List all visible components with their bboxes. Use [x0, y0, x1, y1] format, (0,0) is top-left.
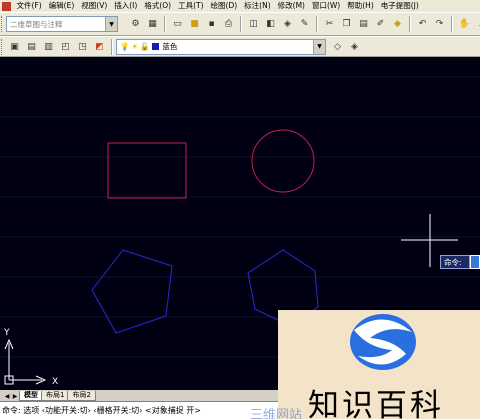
toolbar-separator	[451, 16, 453, 32]
workspace-combo-value: 二维草图与注释	[10, 19, 63, 29]
toolbar-separator	[409, 16, 411, 32]
toolbar-grip[interactable]	[1, 38, 4, 55]
undo-icon[interactable]: ↶	[415, 17, 430, 32]
tab-model[interactable]: 模型	[19, 391, 43, 401]
watermark-text: 知识百科	[308, 388, 444, 419]
menu-insert[interactable]: 插入(I)	[111, 0, 141, 12]
tab-nav-prev-icon[interactable]: ◀	[3, 392, 11, 401]
3d-dwf-icon[interactable]: ◈	[280, 17, 295, 32]
gear-icon[interactable]: ⚙	[128, 17, 143, 32]
new-file-icon[interactable]: ▭	[170, 17, 185, 32]
toolbar-separator	[316, 16, 318, 32]
paste-icon[interactable]: ▤	[356, 17, 371, 32]
tab-layout1[interactable]: 布局1	[41, 391, 70, 401]
layer-walk-icon[interactable]: ◩	[92, 39, 107, 54]
ucs-x-label: X	[52, 377, 58, 387]
menu-bar: 文件(F) 编辑(E) 视图(V) 插入(I) 格式(O) 工具(T) 绘图(D…	[0, 0, 480, 12]
ucs-y-label: Y	[3, 328, 10, 338]
command-tooltip-label: 命令:	[444, 257, 462, 267]
workspace-settings-icon[interactable]: ▦	[145, 17, 160, 32]
lock-icon: 🔓	[140, 42, 150, 51]
layer-previous-icon[interactable]: ▥	[41, 39, 56, 54]
layer-color-swatch	[152, 43, 160, 50]
logo-icon	[350, 314, 416, 370]
menu-express[interactable]: 电子提图(J)	[377, 0, 422, 12]
open-folder-icon[interactable]: ■	[187, 17, 202, 32]
menu-file[interactable]: 文件(F)	[13, 0, 45, 12]
layer-previous-state-icon[interactable]: ◈	[347, 39, 362, 54]
toolbar-grip[interactable]	[1, 16, 4, 32]
workspace-combo[interactable]: 二维草图与注释 ▼	[6, 16, 118, 32]
zoom-realtime-icon[interactable]: ⌕	[474, 17, 480, 32]
toolbar-separator	[164, 16, 166, 32]
match-properties-icon[interactable]: ✐	[373, 17, 388, 32]
menu-help[interactable]: 帮助(H)	[344, 0, 378, 12]
block-editor-icon[interactable]: ◆	[390, 17, 405, 32]
layer-state-icon[interactable]: ▤	[24, 39, 39, 54]
save-icon[interactable]: ▪	[204, 17, 219, 32]
menu-format[interactable]: 格式(O)	[141, 0, 175, 12]
layer-properties-icon[interactable]: ▣	[7, 39, 22, 54]
toolbar-separator	[111, 38, 113, 55]
cut-icon[interactable]: ✂	[322, 17, 337, 32]
standard-toolbar: 二维草图与注释 ▼ ⚙ ▦ ▭ ■ ▪ ⎙ ◫ ◧ ◈ ✎ ✂ ❐ ▤ ✐ ◆ …	[0, 12, 480, 36]
layer-combo[interactable]: 💡 ☀ 🔓 蓝色 ▼	[116, 38, 326, 55]
watermark-logo: 知识百科	[278, 310, 480, 419]
publish-icon[interactable]: ◧	[263, 17, 278, 32]
layers-toolbar: ▣ ▤ ▥ ◰ ◳ ◩ 💡 ☀ 🔓 蓝色 ▼ ◇ ◈	[0, 36, 480, 57]
menu-view[interactable]: 视图(V)	[78, 0, 111, 12]
menu-modify[interactable]: 修改(M)	[274, 0, 308, 12]
watermark-under-text: 三维网站	[250, 408, 303, 419]
menu-edit[interactable]: 编辑(E)	[45, 0, 78, 12]
sun-icon: ☀	[131, 42, 139, 51]
command-tooltip-button[interactable]	[470, 255, 480, 269]
circle-shape[interactable]	[251, 129, 315, 193]
pentagon-shape[interactable]	[91, 249, 173, 334]
app-icon[interactable]	[2, 1, 11, 11]
menu-tools[interactable]: 工具(T)	[175, 0, 207, 12]
plot-icon[interactable]: ⎙	[221, 17, 236, 32]
toolbar-separator	[240, 16, 242, 32]
make-current-layer-icon[interactable]: ◇	[330, 39, 345, 54]
copy-icon[interactable]: ❐	[339, 17, 354, 32]
chevron-down-icon[interactable]: ▼	[105, 17, 117, 31]
lightbulb-icon: 💡	[120, 42, 130, 51]
layer-unisolate-icon[interactable]: ◳	[75, 39, 90, 54]
chevron-down-icon[interactable]: ▼	[313, 39, 325, 54]
command-line-text: 命令: 选项 ‹功能开关:切› ‹栅格开关:切› <对象捕捉 开>	[2, 406, 202, 415]
menu-dimension[interactable]: 标注(N)	[241, 0, 274, 12]
tab-nav-next-icon[interactable]: ▶	[11, 392, 19, 401]
menu-window[interactable]: 窗口(W)	[308, 0, 343, 12]
layer-combo-value: 蓝色	[162, 42, 178, 51]
brush-icon[interactable]: ✎	[297, 17, 312, 32]
redo-icon[interactable]: ↷	[432, 17, 447, 32]
tab-layout2[interactable]: 布局2	[67, 391, 96, 401]
menu-draw[interactable]: 绘图(D)	[207, 0, 241, 12]
layer-isolate-icon[interactable]: ◰	[58, 39, 73, 54]
rectangle-shape[interactable]	[107, 142, 187, 199]
print-preview-icon[interactable]: ◫	[246, 17, 261, 32]
command-tooltip: 命令:	[440, 255, 470, 269]
ucs-icon	[4, 338, 47, 385]
pan-icon[interactable]: ✋	[457, 17, 472, 32]
